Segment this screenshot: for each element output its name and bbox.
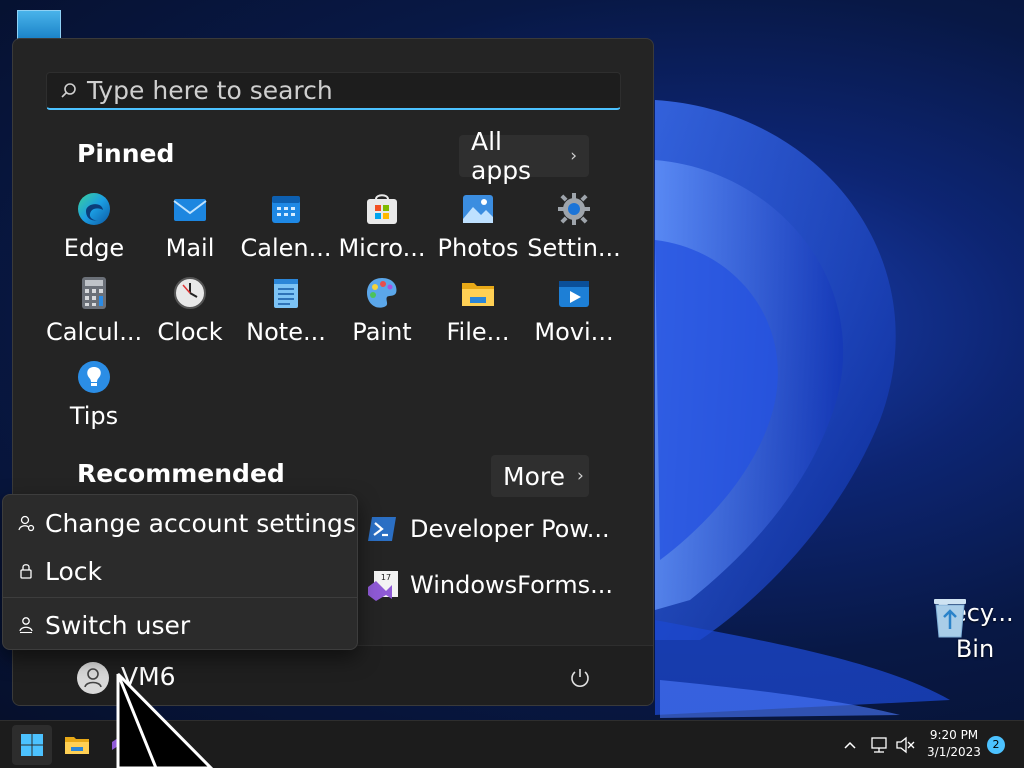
account-settings-icon: [18, 515, 35, 532]
file-explorer-icon: [65, 737, 89, 754]
calculator-icon: [82, 277, 106, 309]
menu-separator: [3, 597, 357, 598]
pinned-app-label: Mail: [165, 234, 215, 262]
taskbar-clock[interactable]: 9:20 PM 3/1/2023: [920, 727, 988, 761]
pinned-app-label: Calen...: [240, 234, 332, 262]
user-context-menu: Change account settings Lock Switch user: [2, 494, 358, 650]
microsoft-store-icon: [367, 194, 397, 224]
user-avatar[interactable]: [77, 662, 109, 694]
recommended-title: Recommended: [77, 459, 285, 488]
start-menu-footer: VM6: [13, 645, 653, 705]
desktop-folder-icon[interactable]: [17, 10, 61, 40]
mail-icon: [173, 199, 207, 221]
all-apps-button[interactable]: All apps ›: [459, 127, 589, 185]
pinned-app-label: Note...: [246, 318, 326, 346]
switch-user-item[interactable]: Switch user: [3, 601, 357, 649]
visual-studio-icon: 17: [368, 571, 398, 601]
menu-item-label: Change account settings: [45, 508, 356, 538]
pinned-app-paint[interactable]: Paint: [334, 275, 430, 349]
volume-muted-icon[interactable]: [894, 734, 916, 756]
menu-item-label: Lock: [45, 556, 103, 586]
recommended-item-windowsforms[interactable]: 17 WindowsForms...: [366, 569, 613, 601]
powershell-icon: [368, 517, 396, 541]
pinned-app-calculator[interactable]: Calcul...: [46, 275, 142, 349]
network-icon[interactable]: [868, 734, 890, 756]
clock-date: 3/1/2023: [927, 745, 981, 759]
notepad-icon: [274, 279, 298, 308]
pinned-app-notepad[interactable]: Note...: [238, 275, 334, 349]
windows-logo-icon: [21, 734, 43, 756]
recycle-bin-icon: [934, 599, 966, 638]
pinned-app-microsoft-store[interactable]: Micro...: [334, 191, 430, 265]
pinned-app-label: Paint: [352, 318, 412, 346]
paint-icon: [367, 278, 397, 308]
taskbar-file-explorer[interactable]: [57, 725, 97, 765]
user-icon: [84, 668, 102, 688]
search-box[interactable]: Type here to search: [46, 72, 621, 110]
pinned-app-label: Settin...: [527, 234, 621, 262]
start-button[interactable]: [12, 725, 52, 765]
power-icon[interactable]: [568, 666, 592, 690]
pinned-app-file-explorer[interactable]: File...: [430, 275, 526, 349]
pinned-app-label: Micro...: [338, 234, 426, 262]
pinned-app-label: Calcul...: [46, 318, 143, 346]
chevron-right-icon: ›: [570, 146, 577, 166]
pinned-title: Pinned: [77, 139, 175, 168]
recycle-bin[interactable]: Recy... Bin: [930, 595, 1020, 667]
switch-user-icon: [19, 617, 33, 634]
pinned-app-label: Edge: [63, 234, 125, 262]
search-icon: [61, 82, 76, 98]
recommended-item-label: WindowsForms...: [410, 571, 613, 599]
pinned-app-edge[interactable]: Edge: [46, 191, 142, 265]
clock-icon: [174, 277, 206, 309]
pinned-app-label: Movi...: [534, 318, 614, 346]
pinned-app-settings[interactable]: Settin...: [526, 191, 622, 265]
visual-studio-badge: 17: [381, 573, 391, 582]
pinned-app-label: Photos: [437, 234, 519, 262]
change-account-settings-item[interactable]: Change account settings: [3, 499, 357, 547]
edge-icon: [78, 193, 110, 225]
notification-badge[interactable]: 2: [987, 736, 1005, 754]
file-explorer-icon: [462, 283, 494, 306]
recommended-item-label: Developer Pow...: [410, 515, 610, 543]
movies-icon: [559, 281, 589, 307]
pinned-app-movies[interactable]: Movi...: [526, 275, 622, 349]
pinned-app-tips[interactable]: Tips: [46, 359, 142, 433]
all-apps-label: All apps: [471, 127, 532, 185]
pinned-app-photos[interactable]: Photos: [430, 191, 526, 265]
menu-item-label: Switch user: [45, 610, 191, 640]
calendar-icon: [272, 196, 300, 223]
more-label: More: [503, 461, 565, 491]
lock-item[interactable]: Lock: [3, 547, 357, 595]
pinned-app-clock[interactable]: Clock: [142, 275, 238, 349]
pinned-app-label: Tips: [69, 402, 119, 430]
more-button[interactable]: More ›: [491, 455, 589, 497]
show-hidden-icons-chevron-icon[interactable]: [840, 735, 860, 755]
pinned-app-label: File...: [446, 318, 510, 346]
settings-icon: [558, 193, 590, 225]
photos-icon: [463, 195, 493, 223]
search-placeholder: Type here to search: [87, 76, 333, 105]
mouse-cursor-icon: [116, 672, 214, 768]
clock-time: 9:20 PM: [929, 728, 979, 742]
chevron-right-icon: ›: [576, 466, 584, 486]
pinned-app-calendar[interactable]: Calen...: [238, 191, 334, 265]
tips-icon: [78, 361, 110, 393]
pinned-app-mail[interactable]: Mail: [142, 191, 238, 265]
recommended-item-powershell[interactable]: Developer Pow...: [366, 513, 610, 545]
lock-icon: [20, 564, 32, 579]
pinned-app-label: Clock: [157, 318, 223, 346]
